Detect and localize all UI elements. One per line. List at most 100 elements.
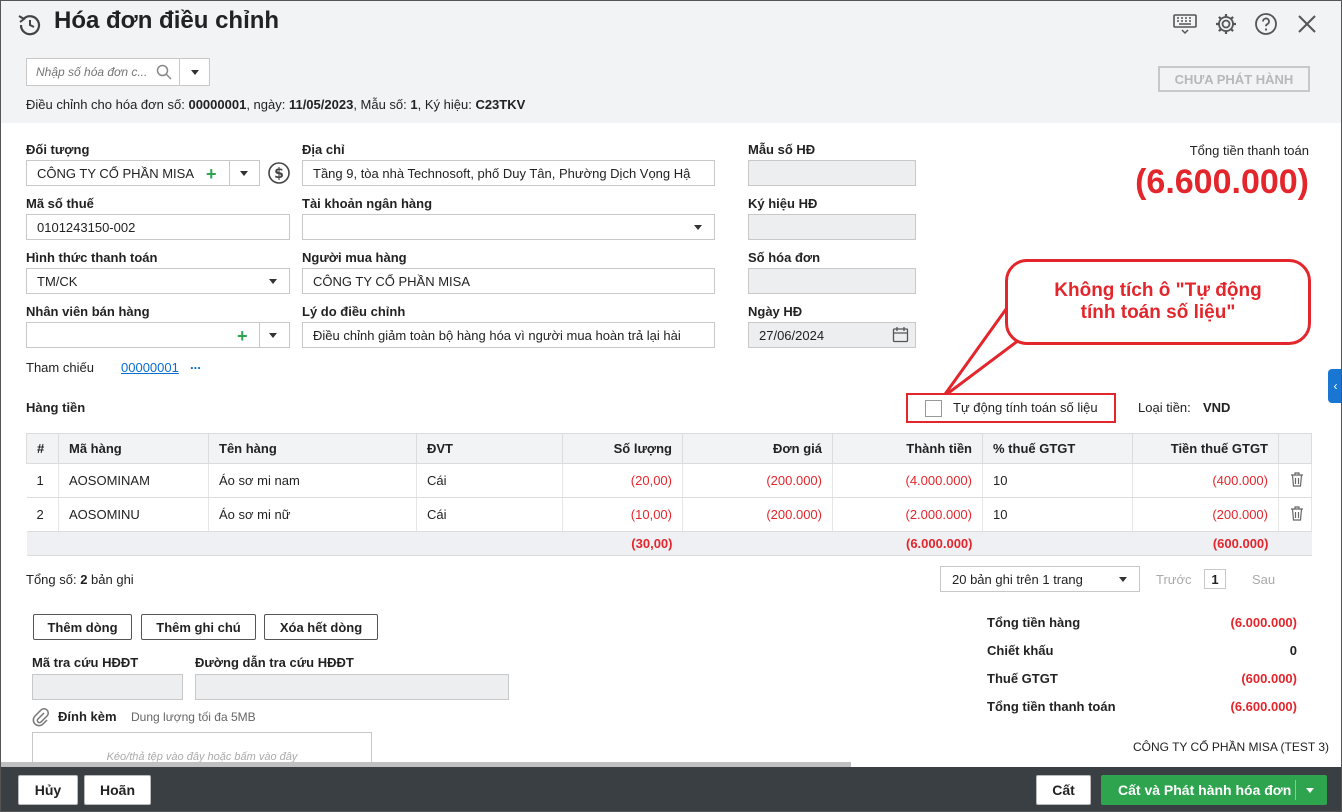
trash-icon[interactable] xyxy=(1289,471,1305,488)
gear-icon[interactable] xyxy=(1213,11,1239,37)
address-field[interactable]: Tầng 9, tòa nhà Technosoft, phố Duy Tân,… xyxy=(302,160,715,186)
column-header[interactable]: Số lượng xyxy=(562,433,683,464)
add-note-button[interactable]: Thêm ghi chú xyxy=(141,614,256,640)
column-header[interactable]: # xyxy=(26,433,59,464)
customer-label: Đối tượng xyxy=(26,142,90,157)
bank-account-label: Tài khoản ngân hàng xyxy=(302,196,433,211)
tax-code-value: 0101243150-002 xyxy=(37,219,136,235)
keyboard-icon[interactable] xyxy=(1172,11,1198,37)
lookup-code-field xyxy=(32,674,183,700)
cell-vat-rate[interactable]: 10 xyxy=(982,463,1133,498)
invoice-search-input[interactable] xyxy=(36,65,154,79)
page-size-select[interactable]: 20 bản ghi trên 1 trang xyxy=(940,566,1140,592)
table-row[interactable]: 1 AOSOMINAM Áo sơ mi nam Cái (20,00) (20… xyxy=(26,463,1312,498)
help-icon[interactable] xyxy=(1253,11,1279,37)
summary-row-total: Tổng tiền thanh toán (6.600.000) xyxy=(987,699,1297,714)
save-button[interactable]: Cất xyxy=(1036,775,1091,805)
cell-actions xyxy=(1278,463,1312,498)
column-header[interactable]: ĐVT xyxy=(416,433,563,464)
column-header[interactable]: Đơn giá xyxy=(682,433,833,464)
cell-unit[interactable]: Cái xyxy=(416,497,563,532)
salesperson-field[interactable] xyxy=(26,322,290,348)
chevron-down-icon[interactable] xyxy=(1119,577,1127,582)
tax-code-field[interactable]: 0101243150-002 xyxy=(26,214,290,240)
divider xyxy=(229,161,230,185)
cell-item-name[interactable]: Áo sơ mi nam xyxy=(208,463,417,498)
cell-unit-price[interactable]: (200.000) xyxy=(682,497,833,532)
auto-calc-toggle[interactable]: Tự động tính toán số liệu xyxy=(906,393,1116,423)
record-count: Tổng số: 2 bản ghi xyxy=(26,572,134,587)
reference-more-button[interactable]: ... xyxy=(190,357,201,372)
invoice-search-box[interactable] xyxy=(26,58,210,86)
total-payment-value: (6.600.000) xyxy=(1135,163,1309,201)
chevron-down-icon[interactable] xyxy=(269,279,277,284)
auto-calc-checkbox[interactable] xyxy=(925,400,942,417)
invoice-date-field[interactable]: 27/06/2024 xyxy=(748,322,916,348)
add-salesperson-plus-icon[interactable]: + xyxy=(237,327,248,345)
items-section-title: Hàng tiền xyxy=(26,400,86,415)
cell-item-name[interactable]: Áo sơ mi nữ xyxy=(208,497,417,532)
search-icon[interactable] xyxy=(156,64,172,80)
prev-page-button[interactable]: Trước xyxy=(1156,572,1192,587)
record-count-prefix: Tổng số: xyxy=(26,572,81,587)
save-and-issue-button[interactable]: Cất và Phát hành hóa đơn xyxy=(1101,775,1327,805)
next-page-button[interactable]: Sau xyxy=(1252,572,1275,587)
chevron-down-icon[interactable] xyxy=(269,333,277,338)
cell-vat-amount[interactable]: (200.000) xyxy=(1132,497,1279,532)
column-header[interactable]: Mã hàng xyxy=(58,433,209,464)
column-header[interactable]: Tên hàng xyxy=(208,433,417,464)
cell-index: 2 xyxy=(26,497,59,532)
close-icon[interactable] xyxy=(1294,11,1320,37)
customer-value: CÔNG TY CỔ PHẦN MISA xyxy=(37,165,194,181)
table-row[interactable]: 2 AOSOMINU Áo sơ mi nữ Cái (10,00) (200.… xyxy=(26,497,1312,532)
invoice-number-label: Số hóa đơn xyxy=(748,250,821,265)
column-header[interactable]: % thuế GTGT xyxy=(982,433,1133,464)
chevron-down-icon[interactable] xyxy=(240,171,248,176)
page-title: Hóa đơn điều chỉnh xyxy=(54,7,280,34)
customer-field[interactable]: CÔNG TY CỔ PHẦN MISA xyxy=(26,160,260,186)
delete-all-rows-button[interactable]: Xóa hết dòng xyxy=(264,614,378,640)
side-panel-toggle[interactable]: ‹ xyxy=(1328,369,1341,403)
adjust-reason-field[interactable]: Điều chỉnh giảm toàn bộ hàng hóa vì ngườ… xyxy=(302,322,715,348)
column-header[interactable]: Thành tiền xyxy=(832,433,983,464)
invoice-date-label: Ngày HĐ xyxy=(748,304,803,319)
cell-item-code[interactable]: AOSOMINAM xyxy=(58,463,209,498)
cell-unit-price[interactable]: (200.000) xyxy=(682,463,833,498)
currency-dollar-icon[interactable]: $ xyxy=(267,161,291,185)
column-header[interactable]: Tiền thuế GTGT xyxy=(1132,433,1279,464)
reference-link[interactable]: 00000001 xyxy=(121,360,179,375)
buyer-field[interactable]: CÔNG TY CỔ PHẦN MISA xyxy=(302,268,715,294)
cell-quantity[interactable]: (20,00) xyxy=(562,463,683,498)
cell-amount[interactable]: (4.000.000) xyxy=(832,463,983,498)
annotation-callout: Không tích ô "Tự động tính toán số liệu" xyxy=(1005,259,1311,345)
cell-amount[interactable]: (2.000.000) xyxy=(832,497,983,532)
total-cell-empty xyxy=(58,531,209,556)
trash-icon[interactable] xyxy=(1289,505,1305,522)
original-invoice-form: 1 xyxy=(410,97,418,112)
cell-index: 1 xyxy=(26,463,59,498)
calendar-icon[interactable] xyxy=(892,326,909,343)
total-cell-empty xyxy=(416,531,563,556)
chevron-down-icon[interactable] xyxy=(694,225,702,230)
cell-item-code[interactable]: AOSOMINU xyxy=(58,497,209,532)
paperclip-icon xyxy=(32,708,49,727)
total-cell-empty xyxy=(682,531,833,556)
summary-label: Thuế GTGT xyxy=(987,671,1058,686)
add-row-button[interactable]: Thêm dòng xyxy=(33,614,132,640)
cancel-button[interactable]: Hủy xyxy=(18,775,78,805)
cell-vat-rate[interactable]: 10 xyxy=(982,497,1133,532)
payment-method-select[interactable]: TM/CK xyxy=(26,268,290,294)
chevron-down-icon xyxy=(191,69,199,75)
search-dropdown-button[interactable] xyxy=(179,59,210,85)
bank-account-select[interactable] xyxy=(302,214,715,240)
svg-text:$: $ xyxy=(274,166,284,182)
add-customer-plus-icon[interactable]: + xyxy=(206,165,217,183)
total-cell-empty xyxy=(26,531,59,556)
cell-actions xyxy=(1278,497,1312,532)
cell-unit[interactable]: Cái xyxy=(416,463,563,498)
cell-quantity[interactable]: (10,00) xyxy=(562,497,683,532)
chevron-down-icon[interactable] xyxy=(1306,788,1314,793)
cell-vat-amount[interactable]: (400.000) xyxy=(1132,463,1279,498)
current-page[interactable]: 1 xyxy=(1204,569,1226,589)
defer-button[interactable]: Hoãn xyxy=(84,775,151,805)
